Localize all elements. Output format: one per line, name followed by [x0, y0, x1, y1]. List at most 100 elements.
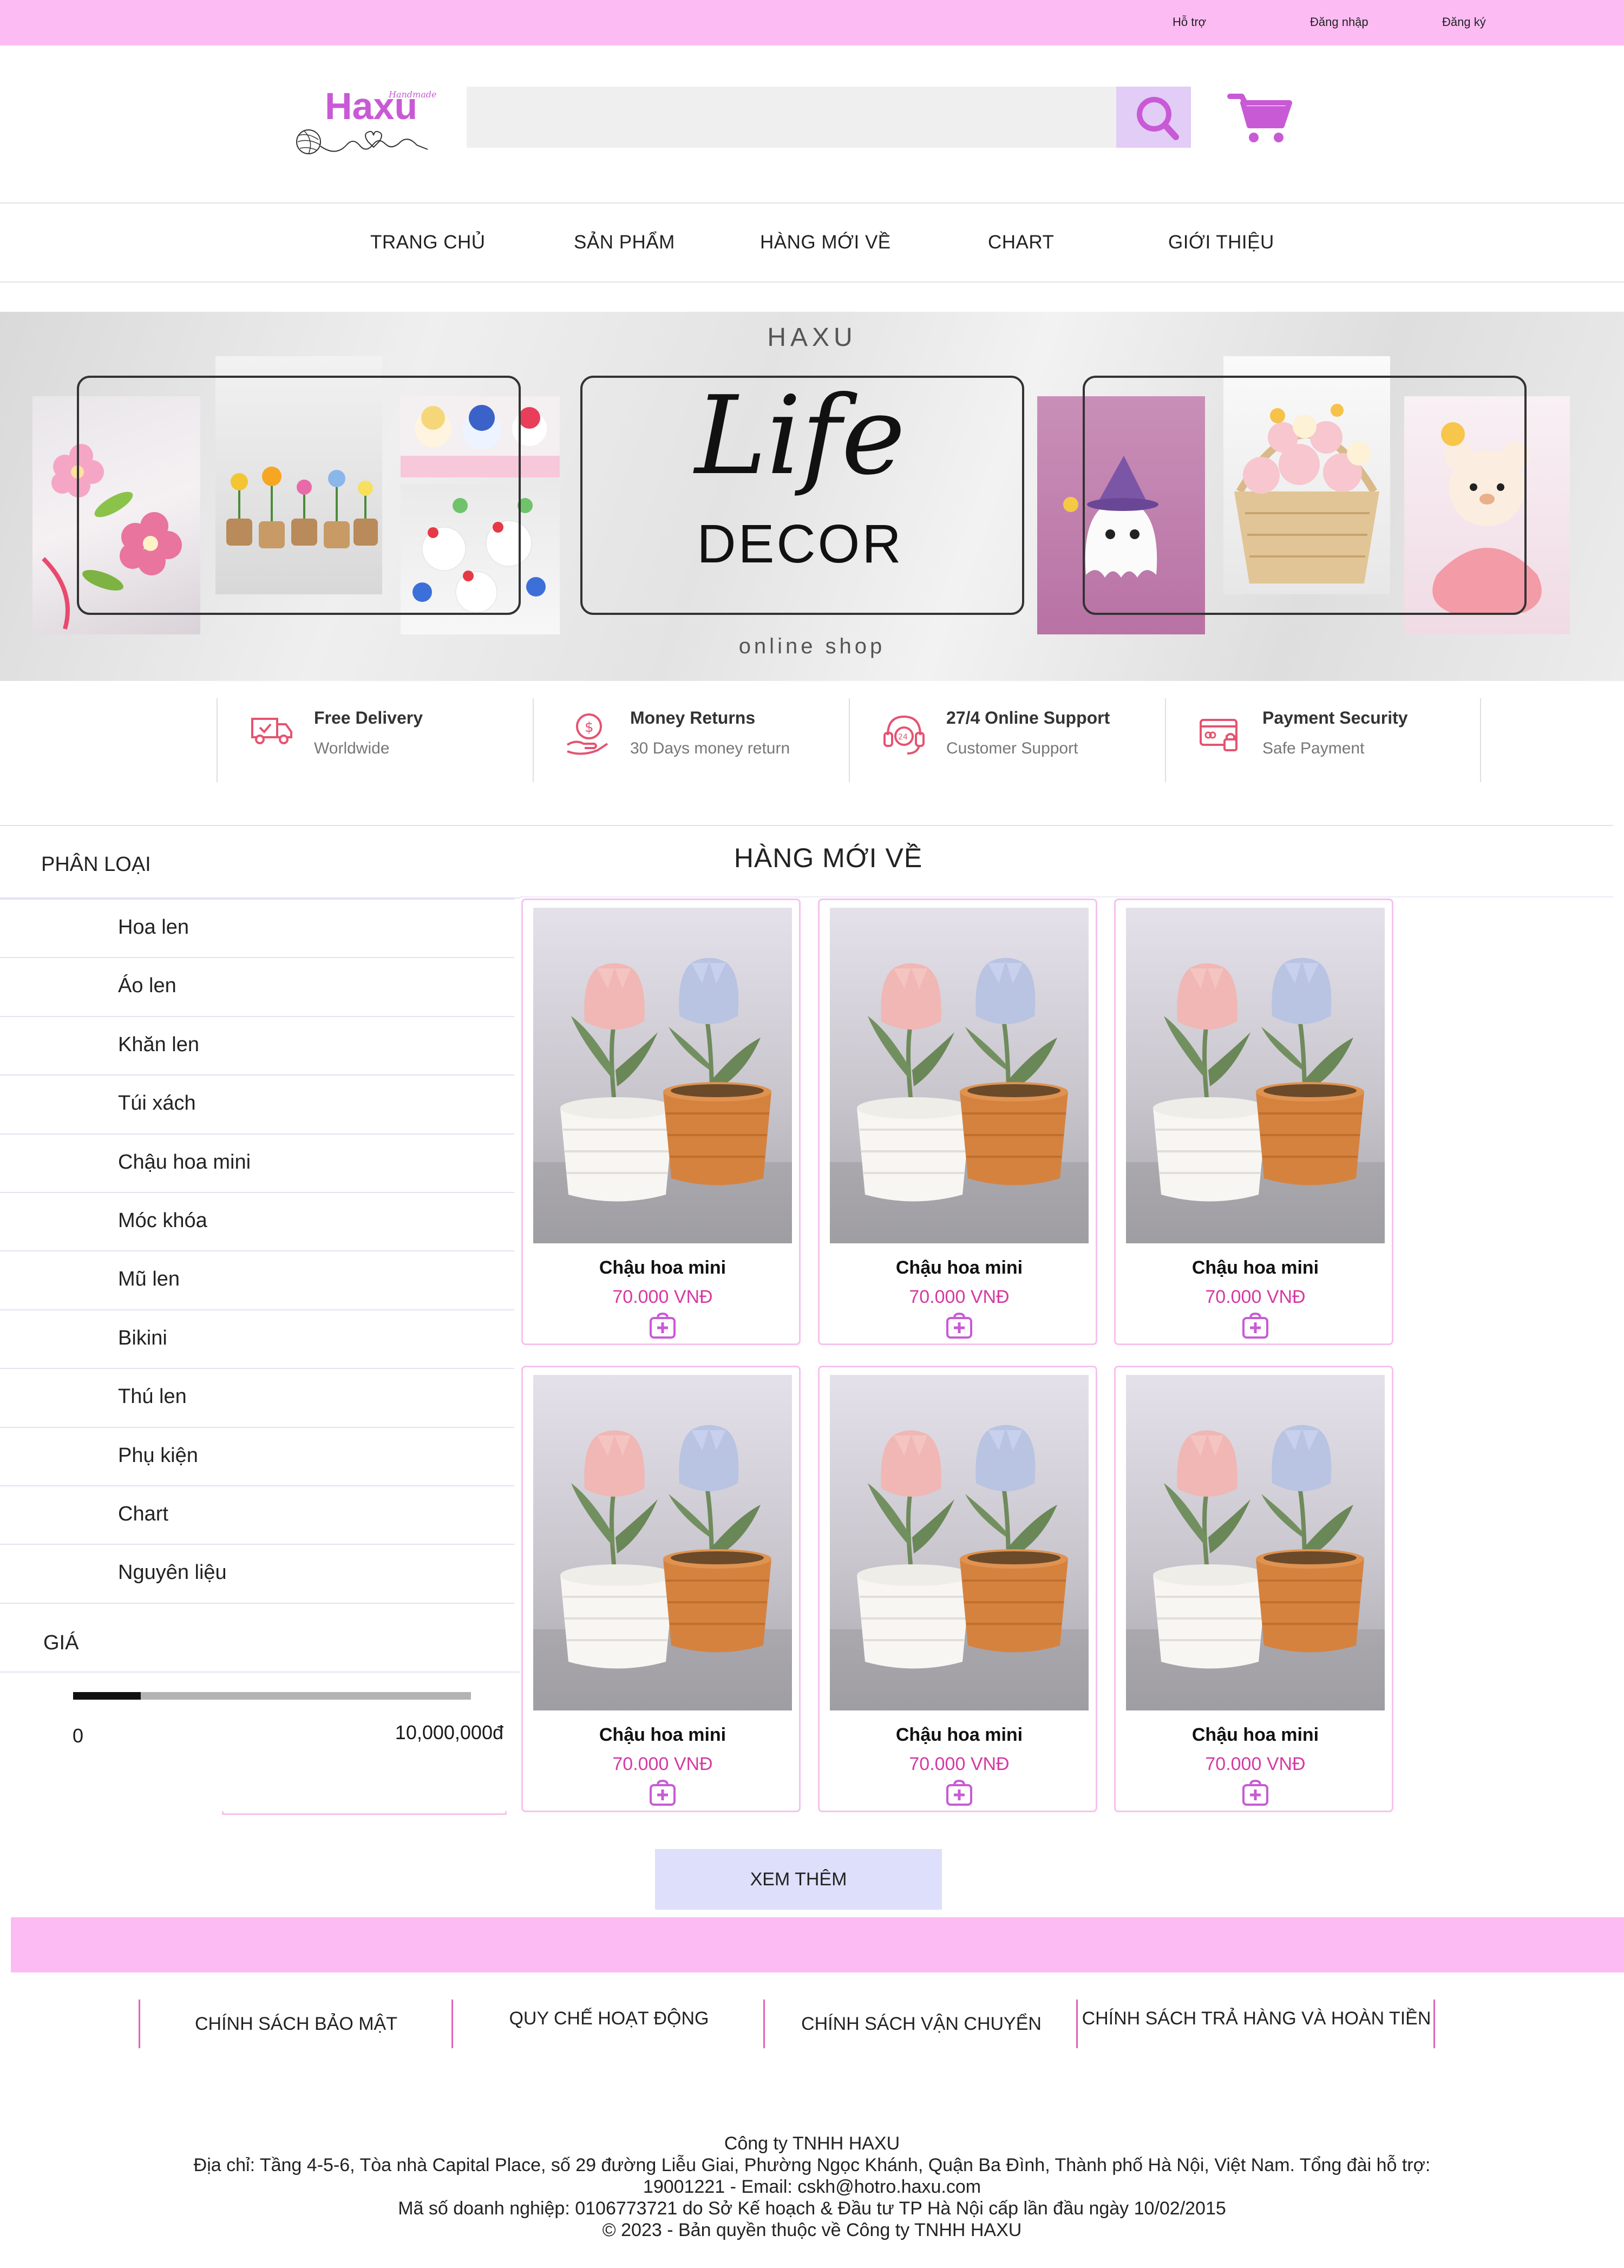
product-image — [533, 908, 792, 1243]
category-list-end — [0, 1602, 514, 1604]
product-image-wrapper[interactable] — [1126, 908, 1385, 1243]
policy-operation[interactable]: QUY CHẾ HOẠT ĐỘNG — [455, 1995, 763, 2042]
feature-divider — [1480, 698, 1481, 782]
feature-subtitle: Worldwide — [314, 739, 390, 757]
nav-home[interactable]: TRANG CHỦ — [370, 232, 486, 253]
category-label: Móc khóa — [118, 1209, 207, 1232]
see-more-button[interactable]: XEM THÊM — [655, 1849, 942, 1910]
product-card[interactable]: Chậu hoa mini 70.000 VNĐ — [1114, 1366, 1393, 1812]
product-card[interactable]: Chậu hoa mini 70.000 VNĐ — [521, 899, 801, 1345]
price-slider-fill[interactable] — [73, 1692, 141, 1700]
policy-divider — [139, 2000, 140, 2048]
add-to-cart-icon — [1242, 1779, 1268, 1806]
login-link[interactable]: Đăng nhập — [1310, 15, 1368, 29]
feature-divider — [849, 698, 850, 782]
category-item[interactable]: Hoa len — [0, 899, 514, 957]
company-info: Công ty TNHH HAXU Địa chỉ: Tầng 4-5-6, T… — [157, 2133, 1467, 2241]
price-heading: GIÁ — [43, 1631, 79, 1654]
add-to-cart-button[interactable] — [945, 1312, 973, 1340]
logo-tagline: Handmade — [388, 89, 436, 100]
category-label: Phụ kiện — [118, 1444, 198, 1467]
product-image-wrapper[interactable] — [533, 908, 792, 1243]
feature-title: Money Returns — [630, 708, 756, 727]
product-card[interactable]: Chậu hoa mini 70.000 VNĐ — [818, 899, 1097, 1345]
product-image — [1126, 908, 1385, 1243]
product-image-wrapper[interactable] — [1126, 1375, 1385, 1710]
policy-returns[interactable]: CHÍNH SÁCH TRẢ HÀNG VÀ HOÀN TIỀN — [1079, 1995, 1433, 2042]
price-heading-divider — [0, 1671, 520, 1673]
category-item[interactable]: Móc khóa — [0, 1192, 514, 1250]
svg-text:24: 24 — [898, 733, 908, 742]
product-price: 70.000 VNĐ — [612, 1287, 713, 1307]
company-name: Công ty TNHH HAXU — [724, 2133, 900, 2154]
product-name: Chậu hoa mini — [1191, 1257, 1319, 1278]
search-button[interactable] — [1116, 87, 1191, 148]
feature-payment-security: Payment Security Safe Payment — [1165, 698, 1481, 782]
category-label: Thú len — [118, 1385, 187, 1408]
feature-subtitle: 30 Days money return — [630, 739, 790, 757]
add-to-cart-button[interactable] — [1241, 1779, 1269, 1807]
policy-shipping[interactable]: CHÍNH SÁCH VẬN CHUYỂN — [767, 2001, 1076, 2047]
nav-chart[interactable]: CHART — [988, 232, 1054, 253]
price-max: 10,000,000đ — [395, 1721, 503, 1743]
section-title-divider — [520, 896, 1613, 897]
register-link[interactable]: Đăng ký — [1442, 15, 1486, 29]
policy-privacy[interactable]: CHÍNH SÁCH BẢO MẬT — [142, 2001, 450, 2047]
add-to-cart-icon — [1242, 1312, 1268, 1339]
features-divider — [0, 825, 1613, 826]
feature-title: 27/4 Online Support — [946, 708, 1110, 727]
cart-button[interactable] — [1224, 87, 1296, 146]
product-card[interactable]: Chậu hoa mini 70.000 VNĐ — [818, 1366, 1097, 1812]
category-label: Hoa len — [118, 916, 189, 939]
product-name: Chậu hoa mini — [895, 1257, 1023, 1278]
nav-about[interactable]: GIỚI THIỆU — [1168, 232, 1274, 253]
product-image-wrapper[interactable] — [830, 1375, 1089, 1710]
add-to-cart-icon — [650, 1779, 676, 1806]
add-to-cart-button[interactable] — [649, 1312, 677, 1340]
money-return-icon: $ — [566, 713, 608, 755]
add-to-cart-icon — [650, 1312, 676, 1339]
category-heading: PHÂN LOẠI — [41, 853, 151, 876]
price-slider-track[interactable] — [73, 1692, 471, 1700]
category-item[interactable]: Túi xách — [0, 1074, 514, 1133]
product-price: 70.000 VNĐ — [1205, 1754, 1306, 1774]
product-name: Chậu hoa mini — [599, 1725, 726, 1745]
hero-banner[interactable]: HAXU Life DECOR online shop — [0, 312, 1624, 681]
nav-products[interactable]: SẢN PHẨM — [574, 232, 675, 253]
support-link[interactable]: Hỗ trợ — [1173, 15, 1206, 29]
product-image-wrapper[interactable] — [830, 908, 1089, 1243]
banner-frame-right — [1083, 376, 1527, 615]
feature-divider — [533, 698, 534, 782]
policy-divider — [1076, 2000, 1078, 2048]
search-icon — [1137, 97, 1179, 140]
category-item[interactable]: Mũ len — [0, 1250, 514, 1309]
add-to-cart-button[interactable] — [649, 1779, 677, 1807]
product-image — [830, 908, 1089, 1243]
logo[interactable]: Haxu Handmade — [292, 81, 444, 162]
copyright: © 2023 - Bản quyền thuộc về Công ty TNHH… — [602, 2220, 1022, 2240]
product-card[interactable]: Chậu hoa mini 70.000 VNĐ — [1114, 899, 1393, 1345]
new-arrivals-title: HÀNG MỚI VỀ — [734, 843, 923, 873]
product-image-wrapper[interactable] — [533, 1375, 792, 1710]
nav-new-arrivals[interactable]: HÀNG MỚI VỀ — [760, 232, 891, 253]
add-to-cart-button[interactable] — [945, 1779, 973, 1807]
category-item[interactable]: Chậu hoa mini — [0, 1133, 514, 1192]
category-label: Túi xách — [118, 1092, 196, 1115]
category-item[interactable]: Bikini — [0, 1309, 514, 1368]
category-item[interactable]: Nguyên liệu — [0, 1544, 514, 1602]
product-card[interactable]: Chậu hoa mini 70.000 VNĐ — [521, 1366, 801, 1812]
category-item[interactable]: Chart — [0, 1485, 514, 1544]
category-label: Áo len — [118, 974, 176, 998]
add-to-cart-icon — [946, 1312, 972, 1339]
category-label: Khăn len — [118, 1033, 200, 1056]
add-to-cart-button[interactable] — [1241, 1312, 1269, 1340]
category-item[interactable]: Áo len — [0, 957, 514, 1015]
product-price: 70.000 VNĐ — [1205, 1287, 1306, 1307]
product-price: 70.000 VNĐ — [612, 1754, 713, 1774]
category-item[interactable]: Phụ kiện — [0, 1426, 514, 1485]
search-input[interactable] — [467, 87, 1114, 148]
category-item[interactable]: Khăn len — [0, 1015, 514, 1074]
feature-divider — [217, 698, 218, 782]
category-item[interactable]: Thú len — [0, 1368, 514, 1426]
banner-title: HAXU — [767, 323, 857, 352]
